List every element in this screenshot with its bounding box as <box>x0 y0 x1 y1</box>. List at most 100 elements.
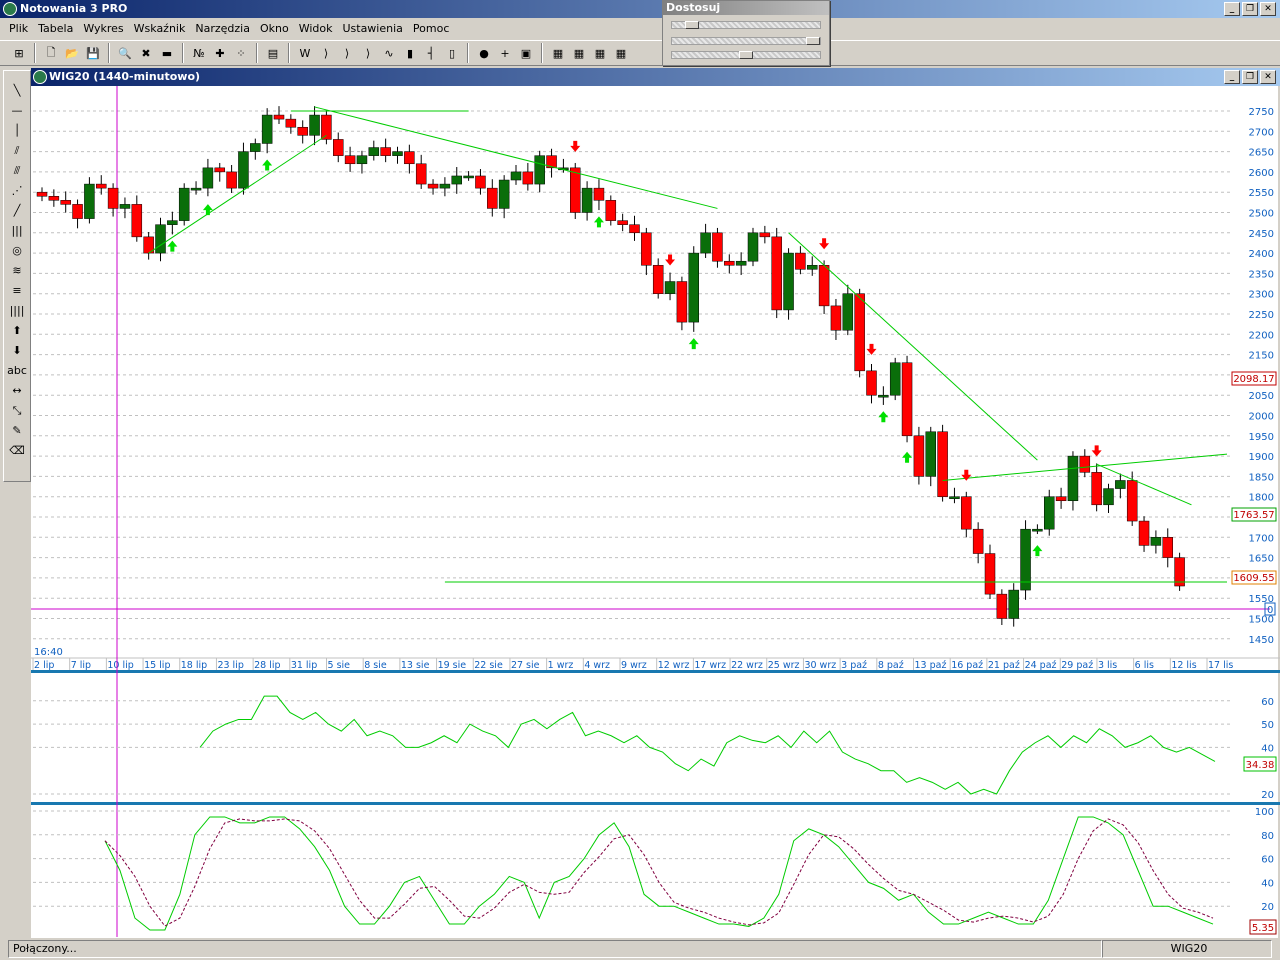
status-symbol: WIG20 <box>1102 940 1272 958</box>
stoch-k-line <box>104 816 1214 931</box>
buy-arrow-icon <box>1032 545 1043 557</box>
candle-3 <box>72 204 83 219</box>
value-badge: 1763.57 <box>1233 510 1274 521</box>
candle-57 <box>712 232 723 262</box>
price-tick-label: 1450 <box>1249 635 1274 646</box>
price-tick-label: 2600 <box>1249 168 1274 179</box>
date-tick-label: 30 wrz <box>804 660 836 671</box>
trendline <box>148 134 327 254</box>
candle-19 <box>261 114 273 144</box>
candle-39 <box>498 179 510 209</box>
candle-36 <box>463 175 474 179</box>
date-tick-label: 7 lip <box>71 660 91 671</box>
candle-58 <box>724 260 735 266</box>
value-badge: 1609.55 <box>1233 573 1274 584</box>
price-tick-label: 2350 <box>1249 269 1274 280</box>
candle-90 <box>1103 488 1114 506</box>
candle-48 <box>605 200 617 221</box>
candle-7 <box>119 204 131 209</box>
candle-26 <box>344 155 356 165</box>
chart-svg[interactable]: 2750 2700 2650 2600 2550 2500 2450 2400 2350 2300… <box>0 0 1280 960</box>
date-tick-label: 22 sie <box>474 660 503 671</box>
candle-33 <box>427 183 439 189</box>
date-tick-label: 18 lip <box>181 660 207 671</box>
candle-22 <box>297 126 308 136</box>
candle-72 <box>889 362 901 396</box>
candle-4 <box>84 183 95 219</box>
candle-92 <box>1126 480 1138 522</box>
candle-16 <box>226 171 237 189</box>
candle-83 <box>1020 528 1031 591</box>
candle-11 <box>167 220 178 225</box>
date-tick-label: 12 wrz <box>658 660 690 671</box>
date-tick-label: 3 paź <box>841 660 867 671</box>
candle-66 <box>818 265 830 307</box>
price-tick-label: 1850 <box>1249 472 1274 483</box>
candle-20 <box>273 114 285 120</box>
rsi-value: 34.38 <box>1246 760 1275 771</box>
price-tick-label: 2400 <box>1249 249 1274 260</box>
price-tick-label: 1900 <box>1249 452 1274 463</box>
date-tick-label: 28 lip <box>254 660 280 671</box>
candle-62 <box>771 236 782 311</box>
date-tick-label: 31 lip <box>291 660 317 671</box>
candle-63 <box>783 252 794 311</box>
candle-91 <box>1115 480 1126 489</box>
candle-94 <box>1150 537 1162 546</box>
candle-42 <box>534 155 545 185</box>
candle-54 <box>676 281 688 323</box>
stoch-tick-label: 80 <box>1261 831 1274 842</box>
candle-6 <box>107 187 119 209</box>
candle-38 <box>487 187 498 209</box>
candle-82 <box>1008 589 1019 619</box>
candle-61 <box>759 232 771 238</box>
candle-86 <box>1055 496 1067 502</box>
trendline <box>314 106 718 209</box>
stoch-tick-label: 60 <box>1261 855 1274 866</box>
candle-75 <box>925 431 936 477</box>
value-badge: 2098.17 <box>1233 374 1274 385</box>
price-tick-label: 2050 <box>1249 391 1274 402</box>
date-tick-label: 29 paź <box>1061 660 1093 671</box>
candle-32 <box>415 163 427 185</box>
candle-71 <box>878 394 889 398</box>
candle-5 <box>96 183 107 189</box>
date-tick-label: 9 wrz <box>621 660 647 671</box>
pane-divider <box>31 670 1280 673</box>
candle-27 <box>356 155 368 165</box>
candle-80 <box>984 553 996 595</box>
candle-17 <box>238 151 249 189</box>
candle-79 <box>972 528 984 554</box>
candle-25 <box>333 139 344 156</box>
price-tick-label: 2500 <box>1249 209 1274 220</box>
candle-45 <box>570 167 581 213</box>
candle-87 <box>1067 455 1079 502</box>
rsi-tick-label: 20 <box>1261 790 1274 801</box>
candle-73 <box>901 362 913 437</box>
date-tick-label: 17 lis <box>1208 660 1233 671</box>
time-label: 16:40 <box>34 647 63 658</box>
pane-divider <box>31 802 1280 805</box>
price-tick-label: 1950 <box>1249 432 1274 443</box>
candle-84 <box>1032 528 1043 532</box>
date-tick-label: 19 sie <box>438 660 467 671</box>
buy-arrow-icon <box>202 204 213 216</box>
candle-74 <box>913 435 925 477</box>
date-tick-label: 8 paź <box>878 660 904 671</box>
price-tick-label: 2300 <box>1249 290 1274 301</box>
date-tick-label: 13 paź <box>915 660 947 671</box>
sell-arrow-icon <box>866 343 877 355</box>
candle-56 <box>700 232 711 254</box>
status-connection: Połączony... <box>8 940 1102 958</box>
trendline <box>788 232 1038 461</box>
candle-60 <box>747 232 759 262</box>
candle-29 <box>380 147 391 156</box>
candle-55 <box>688 252 699 323</box>
candle-49 <box>617 220 628 225</box>
stoch-value: 5.35 <box>1252 923 1274 934</box>
candle-2 <box>60 200 71 205</box>
candle-8 <box>131 204 143 238</box>
price-tick-label: 2150 <box>1249 351 1274 362</box>
candle-47 <box>593 187 605 201</box>
candle-95 <box>1162 537 1173 558</box>
